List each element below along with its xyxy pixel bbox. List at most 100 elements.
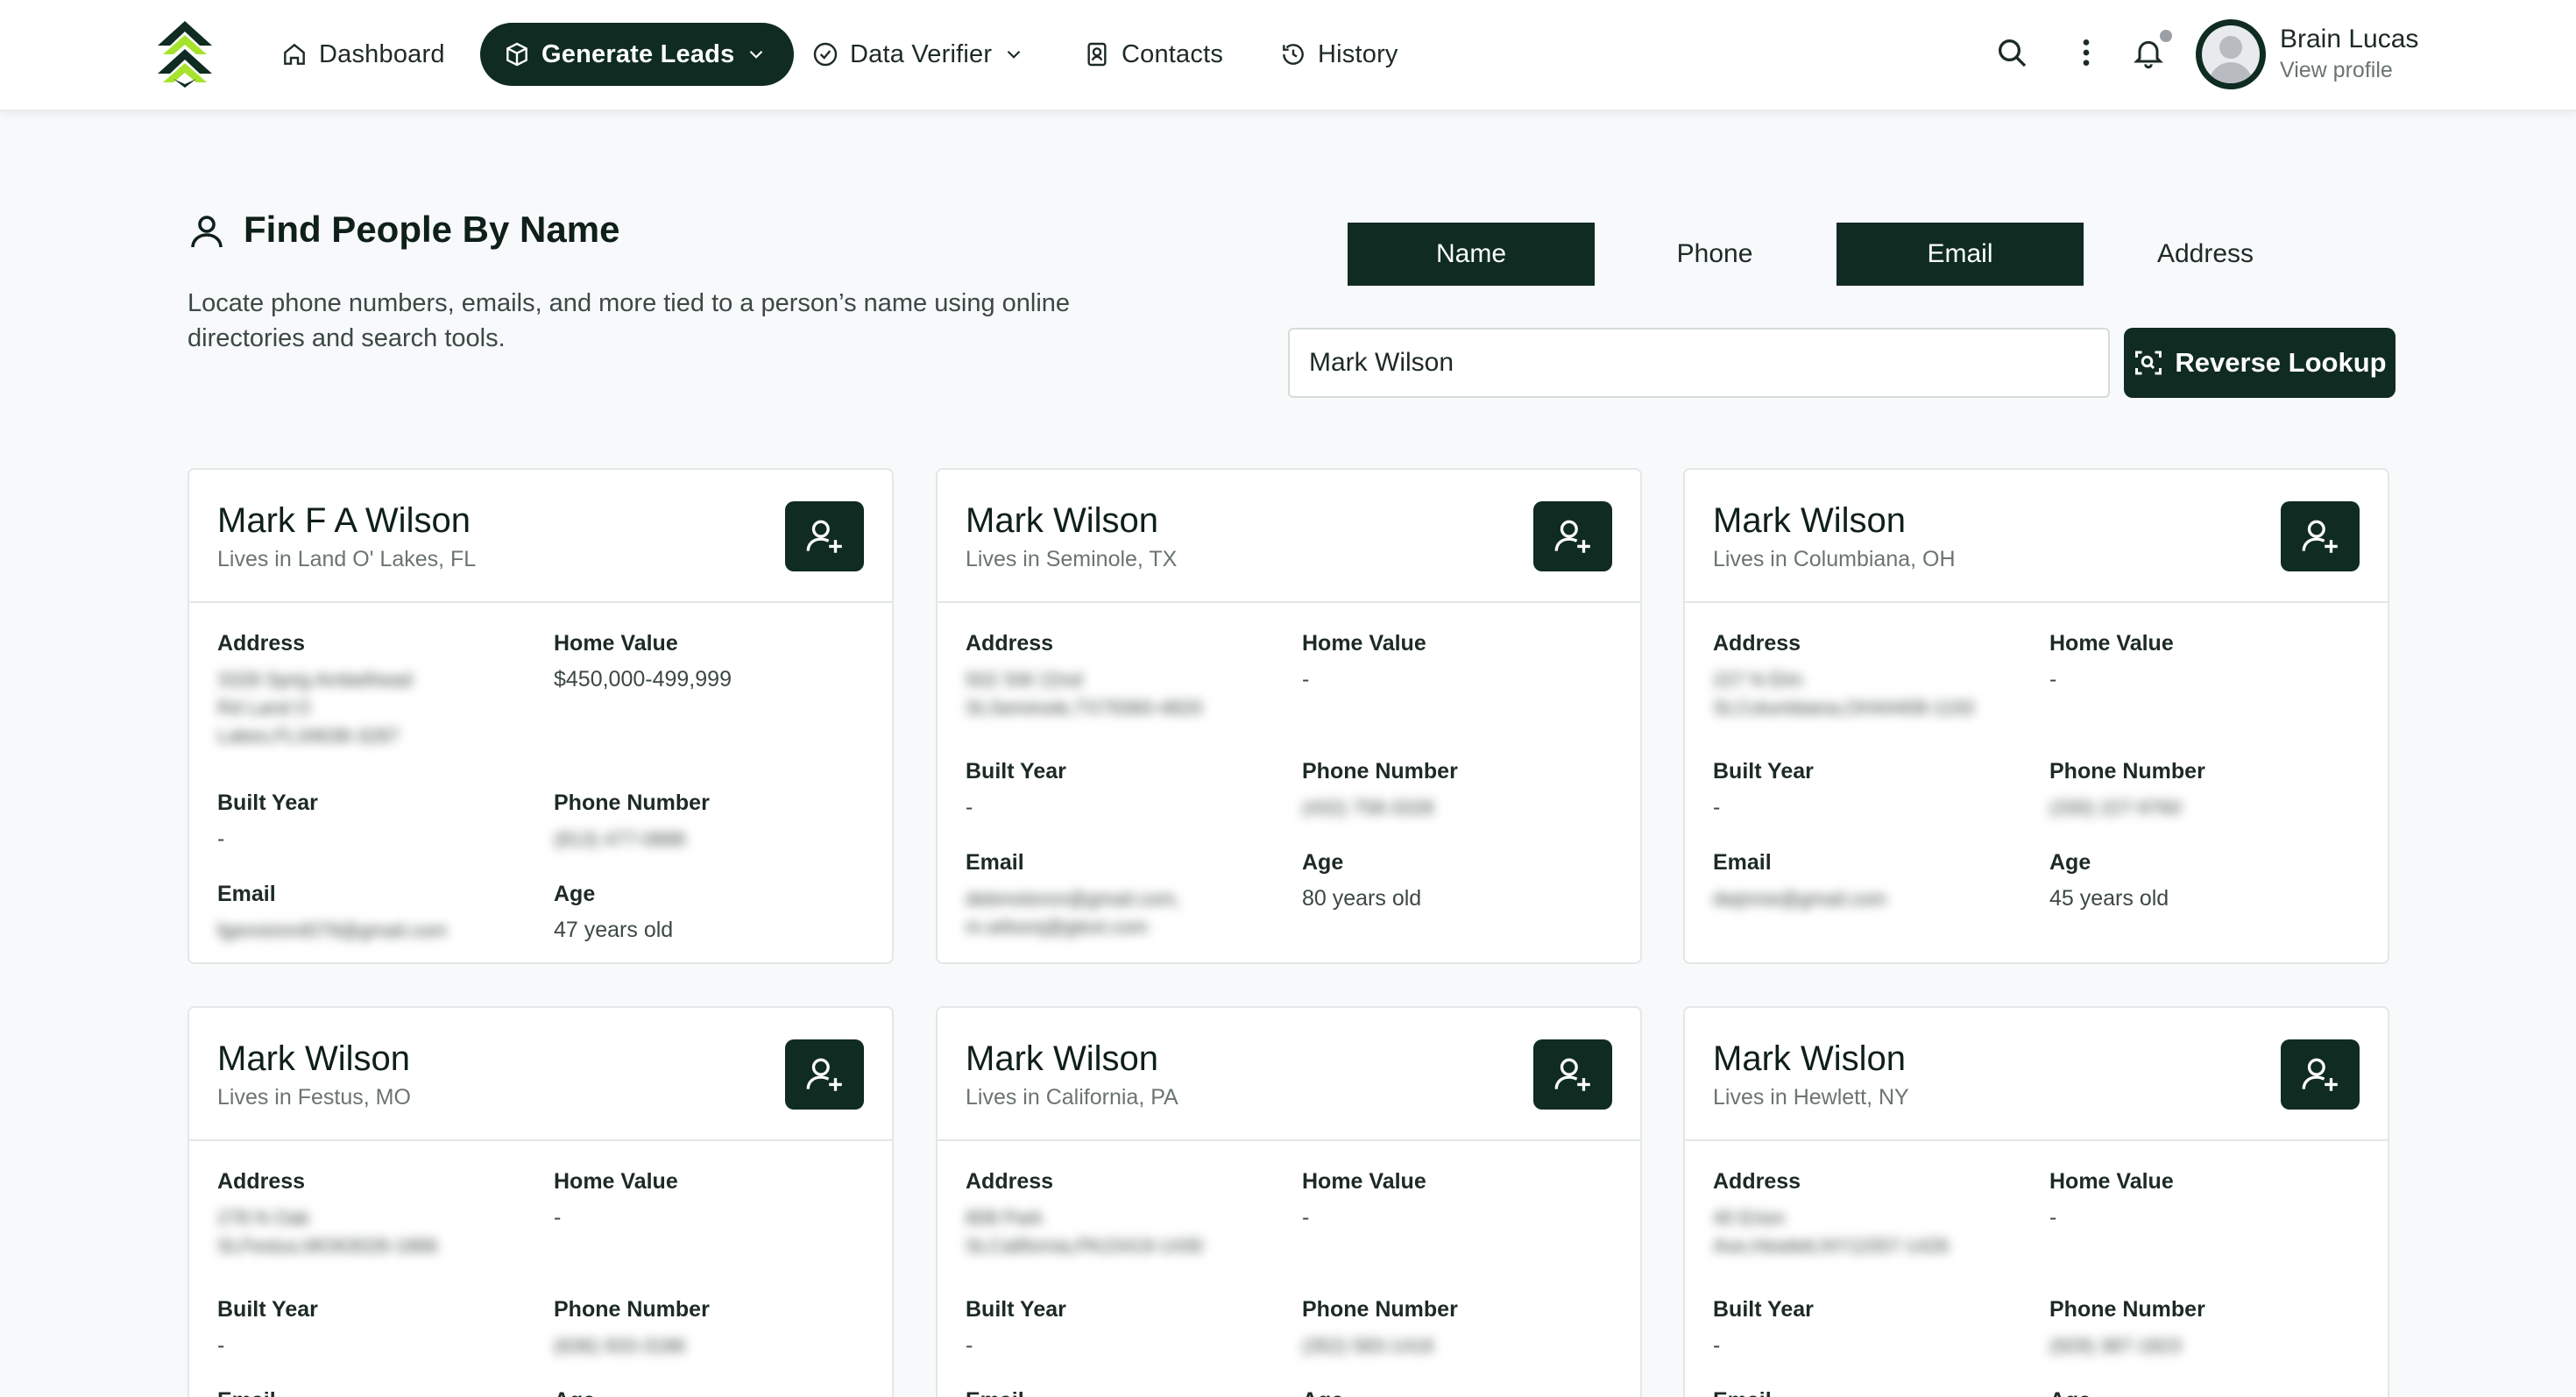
age-label: Age [2049, 1388, 2091, 1397]
view-profile-link[interactable]: View profile [2280, 58, 2393, 83]
nav-history[interactable]: History [1279, 23, 1398, 86]
address-label: Address [966, 631, 1054, 656]
result-location: Lives in California, PA [966, 1085, 1178, 1110]
age-label: Age [1302, 1388, 1343, 1397]
tab-address-label: Address [2156, 239, 2254, 268]
nav-data-verifier[interactable]: Data Verifier [811, 23, 1025, 86]
result-name: Mark Wislon [1713, 1039, 1907, 1078]
built-year-value: - [217, 826, 225, 851]
email-label: Email [966, 1388, 1024, 1397]
person-icon [191, 216, 223, 248]
search-icon[interactable] [1994, 35, 2029, 70]
phone-label: Phone Number [1302, 759, 1458, 784]
age-value: 80 years old [1302, 886, 1422, 911]
address-label: Address [966, 1169, 1054, 1194]
chevron-down-icon [750, 50, 763, 59]
add-contact-button[interactable] [785, 1039, 864, 1110]
home-value: - [554, 1205, 562, 1230]
result-card[interactable]: Mark F A Wilson Lives in Land O' Lakes, … [188, 468, 894, 964]
address-value: 808 Park [966, 1207, 1044, 1229]
tab-email[interactable]: Email [1836, 223, 2084, 286]
home-icon [284, 43, 305, 65]
result-card[interactable]: Mark Wilson Lives in Festus, MO Address 2… [188, 1006, 894, 1397]
user-plus-icon [2302, 1058, 2338, 1091]
built-year-value: - [966, 1333, 973, 1358]
home-value-label: Home Value [554, 631, 678, 656]
built-year-value: - [217, 1333, 225, 1358]
tab-phone-label: Phone [1676, 239, 1753, 268]
phone-value: (432) 758-3328 [1302, 797, 1434, 819]
result-location: Lives in Columbiana, OH [1713, 547, 1956, 571]
age-label: Age [554, 882, 596, 906]
tab-email-label: Email [1927, 239, 1993, 268]
address-value: Ave,Hewlett,NY11557-1426 [1713, 1235, 1950, 1257]
result-card-header: Mark F A Wilson Lives in Land O' Lakes, … [189, 470, 892, 603]
built-year-label: Built Year [966, 1297, 1066, 1322]
phone-label: Phone Number [1302, 1297, 1458, 1322]
reverse-lookup-button[interactable]: Reverse Lookup [2124, 328, 2396, 398]
built-year-label: Built Year [217, 791, 318, 815]
email-value: dwjmne@gmail.com [1713, 888, 1887, 910]
phone-value: (330) 227-9760 [2049, 797, 2182, 819]
address-label: Address [1713, 631, 1801, 656]
result-location: Lives in Hewlett, NY [1713, 1085, 1909, 1110]
tab-address[interactable]: Address [2082, 223, 2329, 286]
top-navbar: Dashboard Generate Leads Data Verifier C… [0, 0, 2576, 110]
history-icon [1283, 44, 1304, 65]
check-circle-icon [813, 42, 838, 67]
tab-phone[interactable]: Phone [1591, 223, 1838, 286]
home-value: - [1302, 1205, 1310, 1230]
age-label: Age [2049, 850, 2091, 875]
phone-value: (636) 933-3186 [554, 1335, 686, 1357]
result-name: Mark Wilson [1713, 501, 1907, 540]
scan-search-icon [2135, 351, 2162, 375]
brand-logo-icon[interactable] [156, 19, 214, 88]
add-contact-button[interactable] [785, 501, 864, 571]
avatar[interactable] [2196, 19, 2266, 89]
nav-history-label: History [1318, 39, 1398, 68]
home-value: $450,000-499,999 [554, 667, 732, 691]
nav-dashboard-label: Dashboard [319, 39, 445, 68]
phone-value: (929) 387-1823 [2049, 1335, 2182, 1357]
age-label: Age [1302, 850, 1344, 875]
built-year-label: Built Year [217, 1297, 318, 1322]
add-contact-button[interactable] [2281, 501, 2360, 571]
nav-dashboard[interactable]: Dashboard [280, 23, 445, 86]
address-label: Address [1713, 1169, 1801, 1194]
add-contact-button[interactable] [2281, 1039, 2360, 1110]
result-card[interactable]: Mark Wilson Lives in Columbiana, OH Addr… [1683, 468, 2389, 964]
add-contact-button[interactable] [1533, 1039, 1612, 1110]
result-name: Mark Wilson [966, 501, 1159, 540]
contact-card-icon [1087, 42, 1107, 67]
more-vertical-icon[interactable] [2069, 35, 2104, 70]
result-location: Lives in Seminole, TX [966, 547, 1178, 571]
phone-label: Phone Number [554, 791, 710, 815]
result-card[interactable]: Mark Wislon Lives in Hewlett, NY Address… [1683, 1006, 2389, 1397]
age-value: 45 years old [2049, 886, 2169, 911]
address-value: St,Seminole,TX79360-4820 [966, 697, 1203, 719]
result-name: Mark F A Wilson [217, 501, 471, 540]
leads-icon [506, 42, 527, 67]
result-name: Mark Wilson [966, 1039, 1159, 1078]
built-year-label: Built Year [1713, 759, 1814, 784]
home-value: - [1302, 667, 1310, 691]
nav-generate-leads[interactable]: Generate Leads [480, 23, 795, 86]
phone-label: Phone Number [554, 1297, 710, 1322]
email-label: Email [217, 882, 276, 906]
nav-contacts[interactable]: Contacts [1083, 23, 1223, 86]
result-card[interactable]: Mark Wilson Lives in Seminole, TX Addres… [936, 468, 1642, 964]
result-card-header: Mark Wilson Lives in Columbiana, OH [1685, 470, 2388, 603]
result-card[interactable]: Mark Wilson Lives in California, PA Addr… [936, 1006, 1642, 1397]
search-input[interactable] [1288, 328, 2110, 398]
tab-name[interactable]: Name [1348, 223, 1595, 286]
bell-icon[interactable] [2131, 35, 2166, 70]
address-value: Rd Land O [217, 697, 311, 719]
page-title: Find People By Name [244, 209, 620, 250]
address-value: 278 N Oak [217, 1207, 310, 1229]
address-value: St,Columbiana,OH44408-1192 [1713, 697, 1976, 719]
user-plus-icon [2302, 520, 2338, 553]
phone-value: (352) 583-1416 [1302, 1335, 1434, 1357]
address-value: 40 Erion [1713, 1207, 1785, 1229]
result-card-header: Mark Wilson Lives in Seminole, TX [938, 470, 1640, 603]
add-contact-button[interactable] [1533, 501, 1612, 571]
